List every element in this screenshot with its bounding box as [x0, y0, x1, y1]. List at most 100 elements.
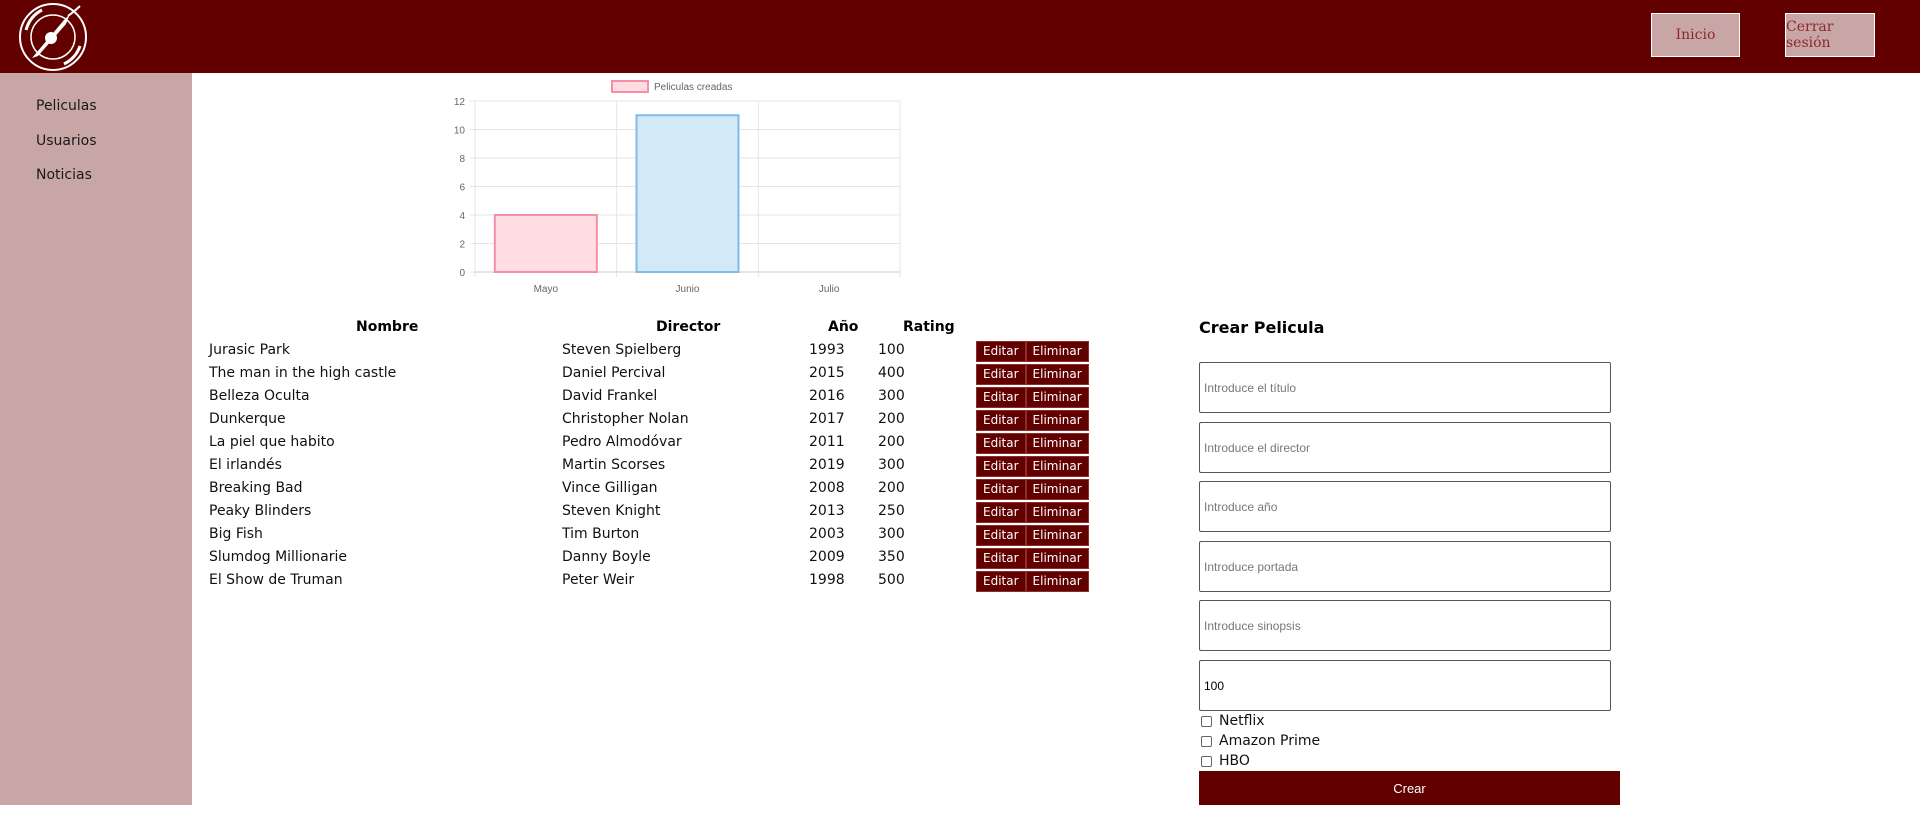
sidebar-item-peliculas[interactable]: Peliculas — [36, 98, 97, 114]
inicio-button[interactable]: Inicio — [1651, 13, 1740, 57]
movie-year: 1998 — [809, 572, 845, 588]
movie-year: 2008 — [809, 480, 845, 496]
table-row: La piel que habito Pedro Almodóvar 2011 200… — [0, 431, 1100, 454]
delete-button[interactable]: Eliminar — [1025, 571, 1089, 592]
edit-button[interactable]: Editar — [976, 387, 1026, 408]
edit-button[interactable]: Editar — [976, 479, 1026, 500]
movie-year: 1993 — [809, 342, 845, 358]
row-actions: Editar Eliminar — [976, 548, 1089, 569]
table-row: Slumdog Millionarie Danny Boyle 2009 350 Edi… — [0, 546, 1100, 569]
chart-bar — [493, 214, 598, 273]
delete-button[interactable]: Eliminar — [1025, 364, 1089, 385]
platform-hbo[interactable]: HBO — [1201, 752, 1250, 770]
title-input[interactable] — [1199, 362, 1611, 413]
table-row: Peaky Blinders Steven Knight 2013 250 Editar… — [0, 500, 1100, 523]
movie-director: Vince Gilligan — [562, 480, 658, 496]
top-bar: Inicio Cerrar sesión — [0, 0, 1920, 73]
table-row: El Show de Truman Peter Weir 1998 500 Editar… — [0, 569, 1100, 592]
legend-swatch — [611, 80, 649, 93]
delete-button[interactable]: Eliminar — [1025, 502, 1089, 523]
delete-button[interactable]: Eliminar — [1025, 410, 1089, 431]
row-actions: Editar Eliminar — [976, 341, 1089, 362]
row-actions: Editar Eliminar — [976, 364, 1089, 385]
movie-rating: 200 — [878, 411, 905, 427]
amazon-prime-label: Amazon Prime — [1219, 733, 1321, 749]
movie-rating: 300 — [878, 457, 905, 473]
movie-director: Martin Scorses — [562, 457, 666, 473]
movie-rating: 500 — [878, 572, 905, 588]
edit-button[interactable]: Editar — [976, 364, 1026, 385]
col-header-year: Año — [828, 319, 859, 335]
delete-button[interactable]: Eliminar — [1025, 548, 1089, 569]
movie-year: 2015 — [809, 365, 845, 381]
year-input[interactable] — [1199, 481, 1611, 532]
movie-rating: 350 — [878, 549, 905, 565]
where-i-watch-logo-icon[interactable] — [18, 2, 88, 72]
edit-button[interactable]: Editar — [976, 502, 1026, 523]
delete-button[interactable]: Eliminar — [1025, 456, 1089, 477]
hbo-checkbox[interactable] — [1201, 755, 1212, 767]
delete-button[interactable]: Eliminar — [1025, 433, 1089, 454]
movie-year: 2019 — [809, 457, 845, 473]
edit-button[interactable]: Editar — [976, 548, 1026, 569]
crear-button[interactable]: Crear — [1199, 771, 1620, 805]
rating-input[interactable] — [1199, 660, 1611, 711]
row-actions: Editar Eliminar — [976, 525, 1089, 546]
logout-button[interactable]: Cerrar sesión — [1785, 13, 1875, 57]
movie-rating: 400 — [878, 365, 905, 381]
cover-input[interactable] — [1199, 541, 1611, 592]
edit-button[interactable]: Editar — [976, 525, 1026, 546]
x-tick-label: Julio — [819, 284, 840, 295]
col-header-rating: Rating — [903, 319, 955, 335]
movie-year: 2011 — [809, 434, 845, 450]
sidebar-item-usuarios[interactable]: Usuarios — [36, 133, 97, 149]
movie-director: Peter Weir — [562, 572, 635, 588]
movie-rating: 300 — [878, 526, 905, 542]
movie-director: Daniel Percival — [562, 365, 666, 381]
delete-button[interactable]: Eliminar — [1025, 341, 1089, 362]
row-actions: Editar Eliminar — [976, 410, 1089, 431]
movie-rating: 200 — [878, 434, 905, 450]
movie-year: 2003 — [809, 526, 845, 542]
table-row: The man in the high castle Daniel Perciva… — [0, 362, 1100, 385]
movie-name: Slumdog Millionarie — [209, 549, 347, 565]
edit-button[interactable]: Editar — [976, 433, 1026, 454]
movies-created-chart: 0 2 4 6 8 10 12 Mayo Junio Julio Peliculas creadas — [430, 76, 910, 301]
x-tick-label: Junio — [676, 284, 700, 295]
movie-year: 2017 — [809, 411, 845, 427]
row-actions: Editar Eliminar — [976, 387, 1089, 408]
table-row: Breaking Bad Vince Gilligan 2008 200 Editar E… — [0, 477, 1100, 500]
y-tick-label: 10 — [454, 126, 466, 137]
synopsis-input[interactable] — [1199, 600, 1611, 651]
platform-netflix[interactable]: Netflix — [1201, 712, 1265, 730]
sidebar-item-noticias[interactable]: Noticias — [36, 167, 92, 183]
movie-name: Dunkerque — [209, 411, 286, 427]
y-tick-label: 8 — [459, 154, 465, 165]
movie-rating: 100 — [878, 342, 905, 358]
table-row: Jurasic Park Steven Spielberg 1993 100 Edita… — [0, 339, 1100, 362]
y-tick-label: 12 — [454, 97, 466, 108]
delete-button[interactable]: Eliminar — [1025, 479, 1089, 500]
row-actions: Editar Eliminar — [976, 502, 1089, 523]
table-row: Belleza Oculta David Frankel 2016 300 Editar… — [0, 385, 1100, 408]
edit-button[interactable]: Editar — [976, 341, 1026, 362]
platform-amazon-prime[interactable]: Amazon Prime — [1201, 732, 1320, 750]
edit-button[interactable]: Editar — [976, 410, 1026, 431]
chart-bar — [635, 114, 740, 273]
movie-director: Pedro Almodóvar — [562, 434, 682, 450]
movie-name: The man in the high castle — [209, 365, 397, 381]
netflix-checkbox[interactable] — [1201, 715, 1212, 727]
movie-year: 2009 — [809, 549, 845, 565]
movie-rating: 250 — [878, 503, 905, 519]
delete-button[interactable]: Eliminar — [1025, 525, 1089, 546]
row-actions: Editar Eliminar — [976, 571, 1089, 592]
director-input[interactable] — [1199, 422, 1611, 473]
y-tick-label: 0 — [459, 268, 465, 279]
edit-button[interactable]: Editar — [976, 571, 1026, 592]
edit-button[interactable]: Editar — [976, 456, 1026, 477]
movie-name: El irlandés — [209, 457, 282, 473]
bar-chart: 0 2 4 6 8 10 12 Mayo Junio Julio Peliculas creadas — [454, 80, 901, 295]
delete-button[interactable]: Eliminar — [1025, 387, 1089, 408]
amazon-prime-checkbox[interactable] — [1201, 735, 1212, 747]
x-tick-label: Mayo — [534, 284, 559, 295]
